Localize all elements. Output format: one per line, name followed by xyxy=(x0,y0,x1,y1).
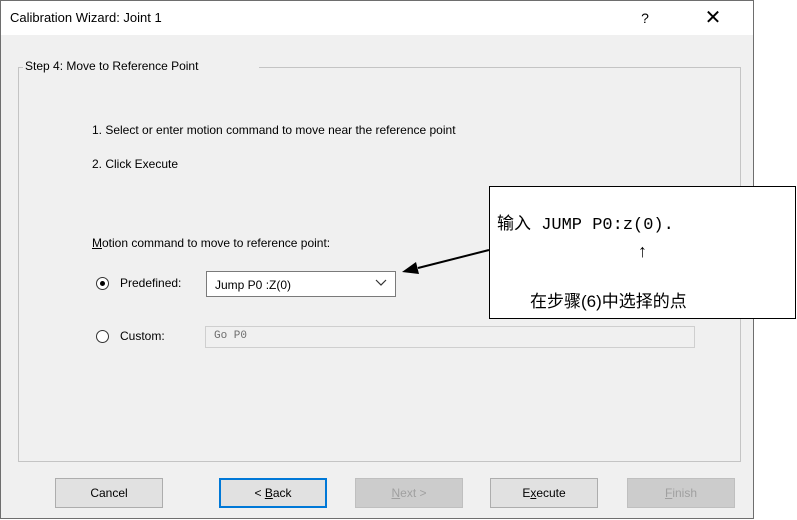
annotation-callout: 输入 JUMP P0:z(0). ↑ 在步骤(6)中选择的点 xyxy=(489,186,796,319)
up-arrow-icon: ↑ xyxy=(638,241,647,261)
callout-instruction: 输入 JUMP P0:z(0). xyxy=(497,214,674,235)
callout-note: 在步骤(6)中选择的点 xyxy=(530,292,687,311)
